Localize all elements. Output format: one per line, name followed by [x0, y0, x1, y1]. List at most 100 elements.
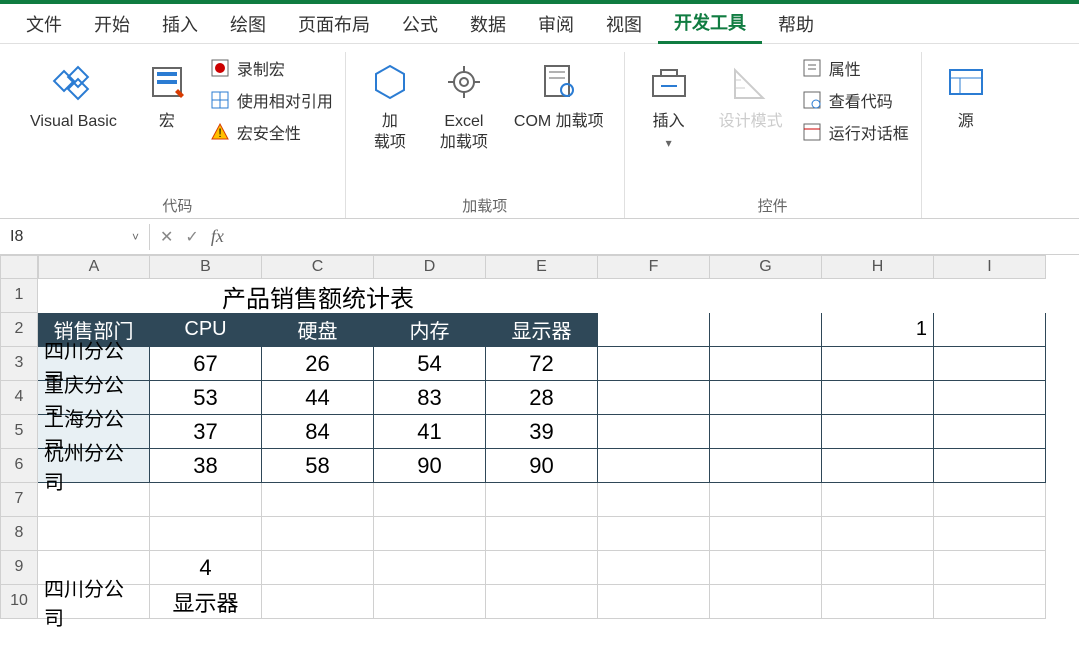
cell[interactable]: [150, 483, 262, 517]
column-header[interactable]: D: [374, 255, 486, 279]
menu-layout[interactable]: 页面布局: [282, 5, 386, 43]
cell[interactable]: [150, 517, 262, 551]
row-header[interactable]: 1: [0, 279, 38, 313]
cell[interactable]: [262, 551, 374, 585]
data-cell[interactable]: 38: [150, 449, 262, 483]
cell[interactable]: [822, 347, 934, 381]
menu-insert[interactable]: 插入: [146, 5, 214, 43]
cell[interactable]: [486, 483, 598, 517]
cell[interactable]: [598, 517, 710, 551]
menu-view[interactable]: 视图: [590, 5, 658, 43]
cell[interactable]: [262, 585, 374, 619]
cell[interactable]: [934, 585, 1046, 619]
menu-developer[interactable]: 开发工具: [658, 3, 762, 44]
row-header[interactable]: 2: [0, 313, 38, 347]
cell[interactable]: [710, 415, 822, 449]
table-header[interactable]: 硬盘: [262, 313, 374, 347]
cell[interactable]: [822, 517, 934, 551]
column-header[interactable]: F: [598, 255, 710, 279]
cell[interactable]: [710, 483, 822, 517]
cell[interactable]: [598, 279, 710, 313]
data-cell[interactable]: 90: [486, 449, 598, 483]
menu-formulas[interactable]: 公式: [386, 5, 454, 43]
cell[interactable]: [598, 347, 710, 381]
cell[interactable]: [598, 551, 710, 585]
column-header[interactable]: B: [150, 255, 262, 279]
cell[interactable]: [598, 449, 710, 483]
row-header[interactable]: 9: [0, 551, 38, 585]
excel-addins-button[interactable]: Excel 加载项: [432, 52, 496, 160]
cell[interactable]: 4: [150, 551, 262, 585]
table-header[interactable]: 内存: [374, 313, 486, 347]
cell[interactable]: [710, 381, 822, 415]
data-cell[interactable]: 37: [150, 415, 262, 449]
menu-draw[interactable]: 绘图: [214, 5, 282, 43]
formula-input[interactable]: [236, 228, 1069, 246]
visual-basic-button[interactable]: Visual Basic: [22, 52, 125, 139]
row-header[interactable]: 7: [0, 483, 38, 517]
cell[interactable]: [822, 449, 934, 483]
cell[interactable]: [38, 483, 150, 517]
row-header[interactable]: 4: [0, 381, 38, 415]
cell[interactable]: [486, 551, 598, 585]
cell[interactable]: [934, 381, 1046, 415]
column-header[interactable]: I: [934, 255, 1046, 279]
select-all-corner[interactable]: [0, 255, 38, 279]
cell[interactable]: [374, 585, 486, 619]
addins-button[interactable]: 加 载项: [358, 52, 422, 160]
macros-button[interactable]: 宏: [135, 52, 199, 139]
data-cell[interactable]: 41: [374, 415, 486, 449]
data-cell[interactable]: 44: [262, 381, 374, 415]
menu-home[interactable]: 开始: [78, 5, 146, 43]
cell[interactable]: [822, 483, 934, 517]
cancel-icon[interactable]: ✕: [160, 227, 173, 247]
cell[interactable]: [486, 517, 598, 551]
column-header[interactable]: C: [262, 255, 374, 279]
cell[interactable]: [934, 415, 1046, 449]
fx-icon[interactable]: fx: [211, 226, 224, 247]
cell[interactable]: [374, 483, 486, 517]
cell[interactable]: 1: [822, 313, 934, 347]
cell[interactable]: [710, 279, 822, 313]
table-header[interactable]: CPU: [150, 313, 262, 347]
cell[interactable]: [374, 551, 486, 585]
cell[interactable]: [38, 517, 150, 551]
data-cell[interactable]: 53: [150, 381, 262, 415]
data-cell[interactable]: 39: [486, 415, 598, 449]
cell[interactable]: [822, 551, 934, 585]
macro-security-button[interactable]: ! 宏安全性: [209, 120, 333, 144]
column-header[interactable]: E: [486, 255, 598, 279]
cell[interactable]: [822, 415, 934, 449]
data-cell[interactable]: 72: [486, 347, 598, 381]
com-addins-button[interactable]: COM 加载项: [506, 52, 612, 139]
cell[interactable]: [262, 483, 374, 517]
cell[interactable]: [710, 313, 822, 347]
cell[interactable]: [710, 449, 822, 483]
row-header[interactable]: 10: [0, 585, 38, 619]
row-header[interactable]: 8: [0, 517, 38, 551]
name-box[interactable]: I8 ˅: [0, 224, 150, 250]
table-header[interactable]: 显示器: [486, 313, 598, 347]
row-header[interactable]: 5: [0, 415, 38, 449]
cell[interactable]: [598, 483, 710, 517]
cell[interactable]: [486, 585, 598, 619]
data-cell[interactable]: 58: [262, 449, 374, 483]
cell[interactable]: [598, 381, 710, 415]
cell[interactable]: [598, 585, 710, 619]
cell[interactable]: [710, 517, 822, 551]
cell[interactable]: [934, 449, 1046, 483]
relative-ref-button[interactable]: 使用相对引用: [209, 88, 333, 112]
data-cell[interactable]: 28: [486, 381, 598, 415]
cell[interactable]: [822, 279, 934, 313]
cell[interactable]: [822, 381, 934, 415]
menu-data[interactable]: 数据: [454, 5, 522, 43]
menu-help[interactable]: 帮助: [762, 5, 830, 43]
cell[interactable]: [710, 551, 822, 585]
column-header[interactable]: G: [710, 255, 822, 279]
dept-cell[interactable]: 杭州分公司: [38, 449, 150, 483]
data-cell[interactable]: 54: [374, 347, 486, 381]
row-header[interactable]: 6: [0, 449, 38, 483]
cell[interactable]: [934, 313, 1046, 347]
data-cell[interactable]: 67: [150, 347, 262, 381]
cell[interactable]: [262, 517, 374, 551]
